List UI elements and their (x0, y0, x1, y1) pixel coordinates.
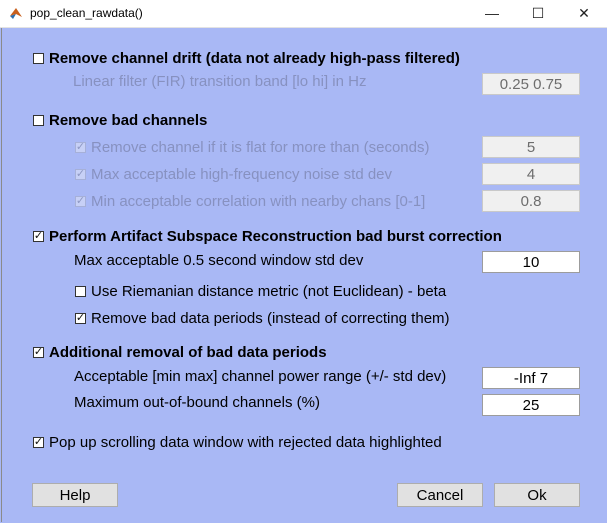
flat-row[interactable]: ✓ Remove channel if it is flat for more … (75, 139, 429, 156)
bad-channels-checkbox[interactable] (33, 115, 44, 126)
additional-checkbox[interactable]: ✓ (33, 347, 44, 358)
window-title: pop_clean_rawdata() (30, 6, 143, 20)
window-label: Max acceptable 0.5 second window std dev (74, 252, 364, 269)
asr-checkbox[interactable]: ✓ (33, 231, 44, 242)
remove-periods-row[interactable]: ✓ Remove bad data periods (instead of co… (75, 310, 450, 327)
flat-input[interactable]: 5 (482, 136, 580, 158)
power-row: Acceptable [min max] channel power range… (74, 368, 446, 385)
noise-label: Max acceptable high-frequency noise std … (91, 166, 393, 183)
help-button[interactable]: Help (32, 483, 118, 507)
power-input[interactable]: -Inf 7 (482, 367, 580, 389)
close-button[interactable]: ✕ (561, 0, 607, 26)
asr-row[interactable]: ✓ Perform Artifact Subspace Reconstructi… (33, 228, 502, 245)
filter-input[interactable]: 0.25 0.75 (482, 73, 580, 95)
noise-checkbox[interactable]: ✓ (75, 169, 86, 180)
riemann-label: Use Riemanian distance metric (not Eucli… (91, 283, 447, 300)
additional-label: Additional removal of bad data periods (49, 344, 327, 361)
power-label: Acceptable [min max] channel power range… (74, 368, 447, 385)
maxout-row: Maximum out-of-bound channels (%) (74, 394, 320, 411)
maximize-button[interactable]: ☐ (515, 0, 561, 26)
bad-channels-label: Remove bad channels (49, 112, 208, 129)
corr-row[interactable]: ✓ Min acceptable correlation with nearby… (75, 193, 425, 210)
additional-row[interactable]: ✓ Additional removal of bad data periods (33, 344, 327, 361)
ok-button[interactable]: Ok (494, 483, 580, 507)
noise-row[interactable]: ✓ Max acceptable high-frequency noise st… (75, 166, 392, 183)
filter-row: Linear filter (FIR) transition band [lo … (73, 73, 366, 90)
title-bar: pop_clean_rawdata() — ☐ ✕ (0, 0, 607, 28)
popup-label: Pop up scrolling data window with reject… (49, 434, 442, 451)
flat-checkbox[interactable]: ✓ (75, 142, 86, 153)
popup-row[interactable]: ✓ Pop up scrolling data window with reje… (33, 434, 442, 451)
riemann-row[interactable]: Use Riemanian distance metric (not Eucli… (75, 283, 446, 300)
corr-checkbox[interactable]: ✓ (75, 196, 86, 207)
drift-checkbox-row[interactable]: Remove channel drift (data not already h… (33, 50, 460, 67)
window-row: Max acceptable 0.5 second window std dev (74, 252, 363, 269)
bad-channels-row[interactable]: Remove bad channels (33, 112, 207, 129)
filter-label: Linear filter (FIR) transition band [lo … (73, 73, 367, 90)
minimize-button[interactable]: — (469, 0, 515, 26)
matlab-icon (10, 8, 22, 19)
cancel-button[interactable]: Cancel (397, 483, 483, 507)
corr-input[interactable]: 0.8 (482, 190, 580, 212)
maxout-label: Maximum out-of-bound channels (%) (74, 394, 320, 411)
remove-periods-checkbox[interactable]: ✓ (75, 313, 86, 324)
drift-label: Remove channel drift (data not already h… (49, 50, 460, 67)
popup-checkbox[interactable]: ✓ (33, 437, 44, 448)
drift-checkbox[interactable] (33, 53, 44, 64)
dialog-body: Remove channel drift (data not already h… (1, 28, 607, 522)
noise-input[interactable]: 4 (482, 163, 580, 185)
window-input[interactable]: 10 (482, 251, 580, 273)
asr-label: Perform Artifact Subspace Reconstruction… (49, 228, 502, 245)
maxout-input[interactable]: 25 (482, 394, 580, 416)
flat-label: Remove channel if it is flat for more th… (91, 139, 430, 156)
corr-label: Min acceptable correlation with nearby c… (91, 193, 426, 210)
riemann-checkbox[interactable] (75, 286, 86, 297)
remove-periods-label: Remove bad data periods (instead of corr… (91, 310, 450, 327)
